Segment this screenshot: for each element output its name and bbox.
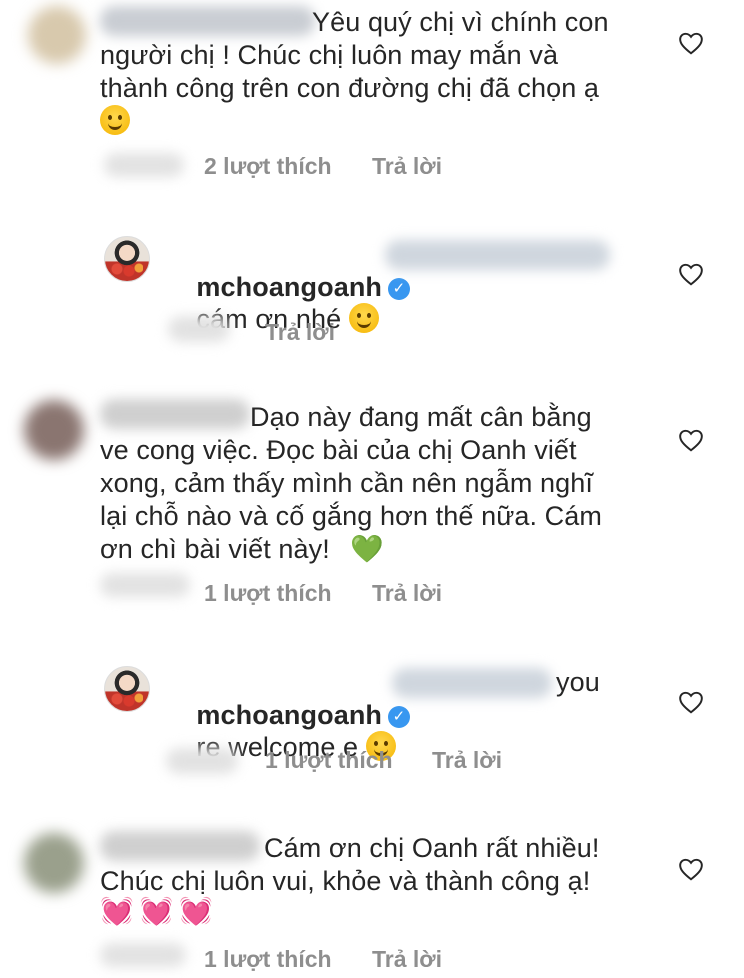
avatar[interactable] [24,400,84,460]
verified-badge-icon: ✓ [388,278,411,300]
heart-outline-icon[interactable] [678,857,704,881]
comment-text: Yêu quý chị vì chính con người chị ! Chú… [100,7,609,103]
blurred-timestamp [100,943,186,967]
blurred-timestamp [104,153,184,177]
heart-outline-icon[interactable] [678,262,704,286]
likes-count[interactable]: 1 lượt thích [204,580,332,607]
likes-count[interactable]: 2 lượt thích [204,153,332,180]
reply-comment-1: mchoangoanh ✓ cám ơn nhé Trả lời [0,220,744,360]
reply-button[interactable]: Trả lời [372,946,442,973]
blurred-mention[interactable] [385,240,610,270]
pink-hearts-emoji: 💓💓💓 [100,896,219,926]
blurred-mention[interactable] [392,668,552,698]
relieved-emoji [348,303,379,333]
avatar[interactable] [24,833,84,893]
reply-button[interactable]: Trả lời [265,319,335,346]
avatar[interactable] [104,236,150,282]
comment-1: Yêu quý chị vì chính con người chị ! Chú… [0,0,744,200]
heart-outline-icon[interactable] [678,690,704,714]
likes-count[interactable]: 1 lượt thích [265,747,393,774]
blurred-timestamp [168,316,230,342]
reply-text-tail: you [556,667,600,697]
smile-emoji [100,105,130,138]
reply-comment-2: mchoangoanh ✓ you re welcome e 1 lượt thí… [0,650,744,790]
comment-3: Cám ơn chị Oanh rất nhiều! Chúc chị luôn… [0,825,744,978]
comment-2: Dạo này đang mất cân bằng ve cong việc. … [0,395,744,625]
likes-count[interactable]: 1 lượt thích [204,946,332,973]
reply-button[interactable]: Trả lời [372,153,442,180]
heart-outline-icon[interactable] [678,428,704,452]
reply-button[interactable]: Trả lời [372,580,442,607]
comment-text: Cám ơn chị Oanh rất nhiều! Chúc chị luôn… [100,833,600,896]
blurred-timestamp [100,573,190,597]
reply-button[interactable]: Trả lời [432,747,502,774]
heart-outline-icon[interactable] [678,31,704,55]
avatar[interactable] [28,6,86,64]
blurred-timestamp [166,748,238,774]
green-heart-emoji: 💚 [350,534,384,564]
avatar[interactable] [104,666,150,712]
